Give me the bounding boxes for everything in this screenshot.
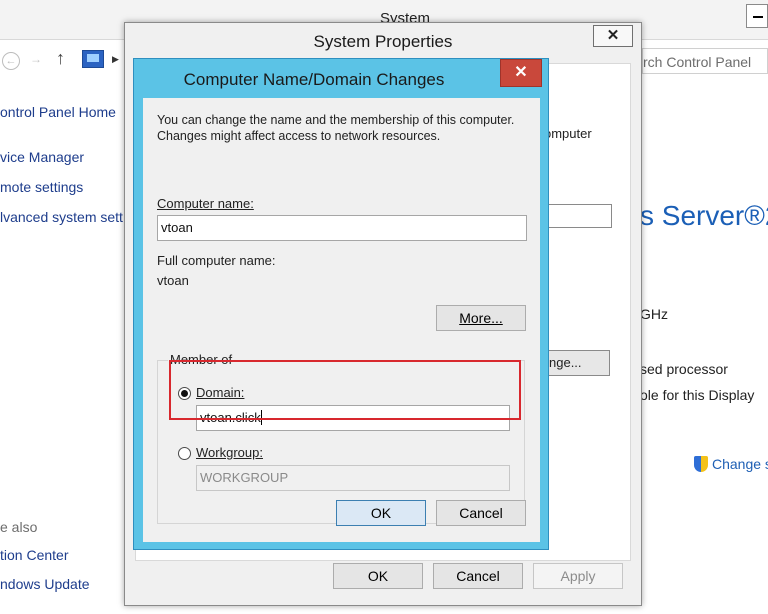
sidebar-link-control-panel-home[interactable]: ontrol Panel Home (0, 104, 116, 120)
change-button[interactable]: nge... (540, 350, 610, 376)
change-settings-label: Change s (712, 456, 768, 472)
computer-name-dialog-body: You can change the name and the membersh… (143, 98, 540, 542)
computer-name-dialog: Computer Name/Domain Changes ✕ You can c… (133, 58, 549, 550)
search-input[interactable]: rch Control Panel (642, 48, 768, 74)
computer-description-field[interactable] (546, 204, 612, 228)
cpu-speed-text: GHz (640, 306, 668, 322)
computer-name-label: Computer name: (157, 196, 254, 211)
dialog-description: You can change the name and the membersh… (157, 113, 515, 143)
sidebar-link-windows-update[interactable]: ndows Update (0, 576, 90, 592)
back-arrow-icon[interactable]: ← (2, 52, 20, 70)
dialog-cancel-button[interactable]: Cancel (436, 500, 526, 526)
computer-name-dialog-close-button[interactable]: ✕ (500, 59, 542, 87)
ok-button[interactable]: OK (333, 563, 423, 589)
pen-touch-text: ole for this Display (640, 387, 755, 403)
sidebar-link-action-center[interactable]: tion Center (0, 547, 68, 563)
computer-name-input[interactable]: vtoan (157, 215, 527, 241)
os-logo-mark: ®20 (744, 200, 768, 231)
up-arrow-icon[interactable]: ↑ (56, 48, 65, 69)
full-computer-name-value: vtoan (157, 273, 189, 288)
sidebar-link-remote-settings[interactable]: mote settings (0, 179, 83, 195)
os-logo-text: s Server (640, 200, 745, 231)
sidebar-link-device-manager[interactable]: vice Manager (0, 149, 84, 165)
computer-description-label: omputer (544, 126, 592, 141)
windows-server-logo: s Server®20 (640, 200, 768, 232)
control-panel-icon (82, 50, 104, 68)
sidebar-link-advanced-system-settings[interactable]: lvanced system sett (0, 209, 123, 225)
computer-name-dialog-title: Computer Name/Domain Changes (183, 70, 445, 89)
more-button[interactable]: More... (436, 305, 526, 331)
forward-arrow-icon[interactable]: → (30, 52, 42, 66)
workgroup-label: Workgroup: (196, 445, 263, 460)
more-button-label: More... (459, 310, 503, 326)
system-properties-titlebar: System Properties ✕ (125, 23, 641, 59)
processor-type-text: sed processor (640, 361, 728, 377)
see-also-heading: e also (0, 519, 38, 535)
search-placeholder: rch Control Panel (643, 54, 752, 70)
uac-shield-icon (694, 456, 708, 472)
workgroup-input[interactable]: WORKGROUP (196, 465, 510, 491)
cancel-button[interactable]: Cancel (433, 563, 523, 589)
change-settings-link[interactable]: Change s (694, 456, 768, 472)
full-computer-name-label: Full computer name: (157, 253, 276, 268)
workgroup-radio[interactable] (178, 447, 191, 460)
minimize-button[interactable] (746, 4, 768, 28)
system-properties-title: System Properties (313, 32, 453, 51)
system-properties-close-button[interactable]: ✕ (593, 25, 633, 47)
dialog-ok-button[interactable]: OK (336, 500, 426, 526)
apply-button[interactable]: Apply (533, 563, 623, 589)
domain-highlight-box (169, 360, 521, 420)
breadcrumb-chevron-icon[interactable]: ▶ (112, 54, 119, 65)
